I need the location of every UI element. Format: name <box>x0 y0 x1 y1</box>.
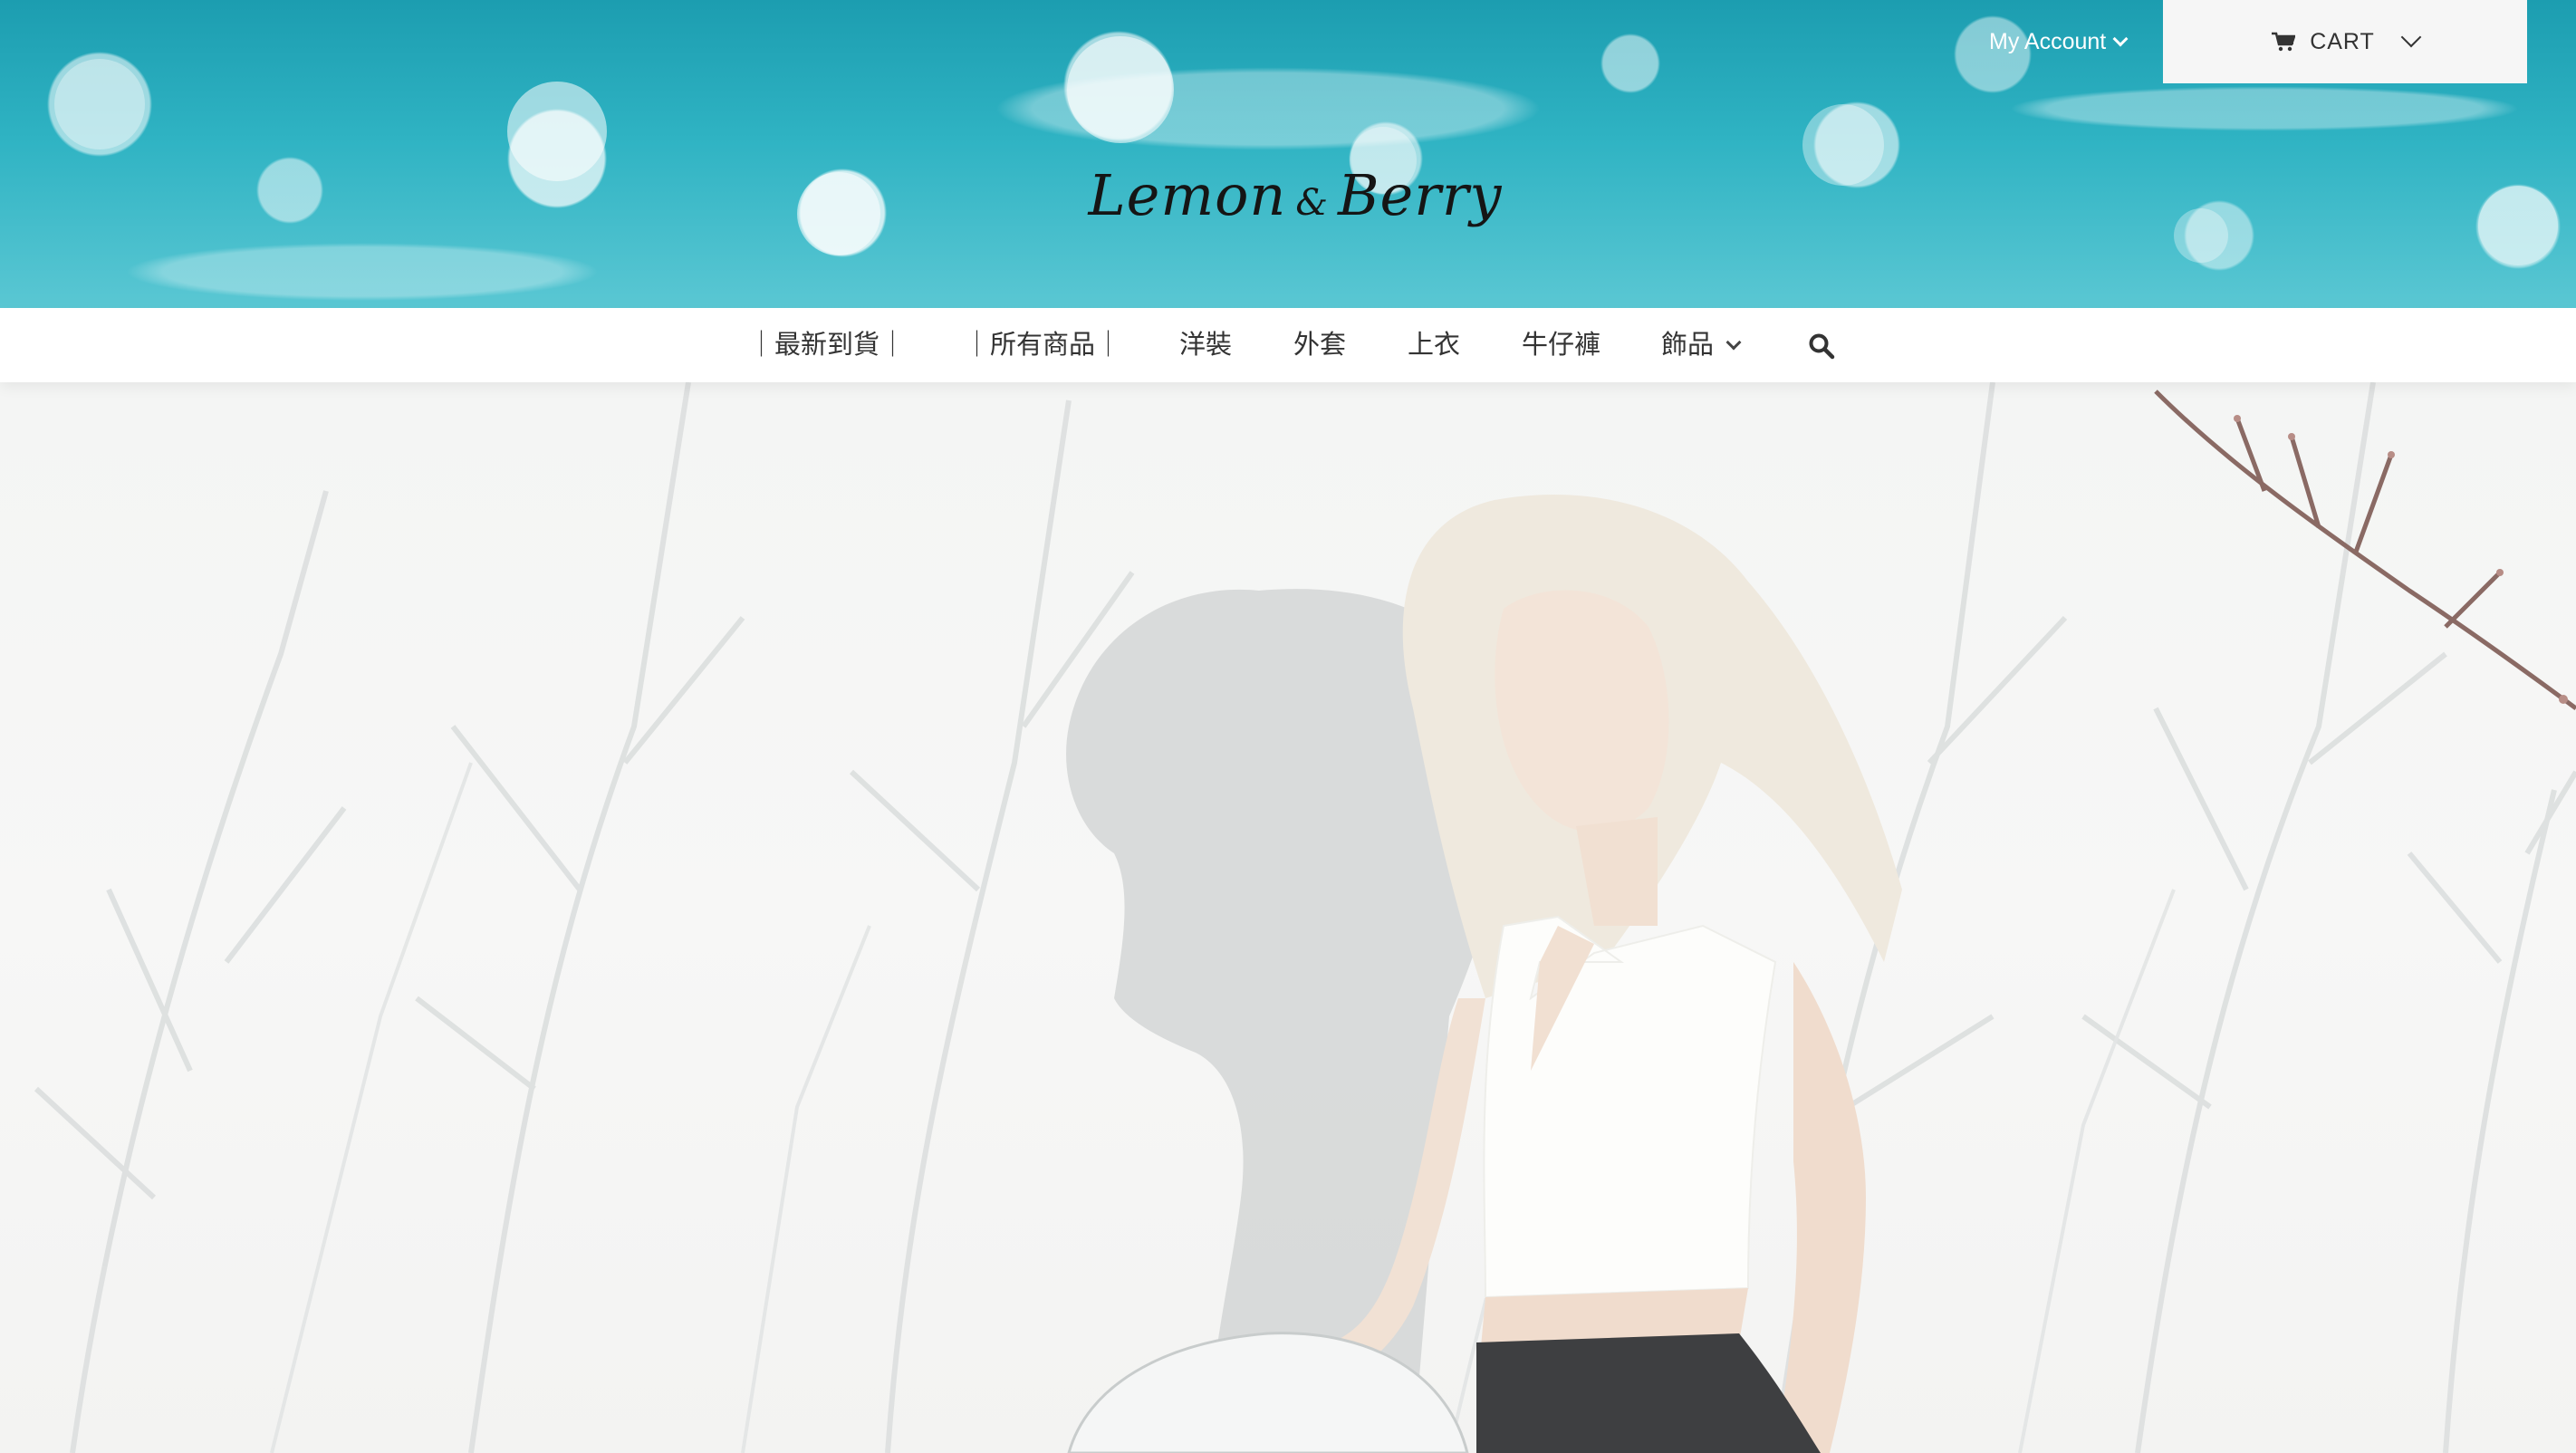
header-banner: Lemon & Berry My Account CART <box>0 0 2576 308</box>
nav-item-label: 上衣 <box>1408 331 1461 360</box>
nav-item-accessories[interactable]: 飾品 <box>1661 308 1742 382</box>
bokeh-dot <box>2478 186 2558 265</box>
chevron-down-icon <box>2112 31 2129 47</box>
nav-item-label: 外套 <box>1293 331 1347 360</box>
my-account-link[interactable]: My Account <box>1989 25 2129 58</box>
bokeh-dot <box>1802 104 1884 186</box>
tree-buds <box>2234 415 2568 704</box>
bokeh-dot <box>797 172 880 255</box>
bokeh-dot <box>1067 36 1174 143</box>
cart-label: CART <box>2310 28 2375 54</box>
nav-item-label: 牛仔褲 <box>1522 331 1601 360</box>
logo-text-lemon: Lemon <box>1088 162 1287 228</box>
nav-item-label: 飾品 <box>1661 331 1715 360</box>
nav-item-tops[interactable]: 上衣 <box>1408 308 1460 382</box>
cart-button[interactable]: CART <box>2163 0 2527 83</box>
nav-item-jeans[interactable]: 牛仔褲 <box>1522 308 1600 382</box>
logo-text-berry: Berry <box>1337 162 1503 228</box>
nav-item-label: ｜所有商品｜ <box>964 331 1122 360</box>
main-navigation: ｜最新到貨｜ ｜所有商品｜ 洋裝 外套 上衣 牛仔褲 飾品 <box>0 308 2576 382</box>
bokeh-dot <box>2174 208 2228 263</box>
nav-item-new-arrivals[interactable]: ｜最新到貨｜ <box>748 308 906 382</box>
bokeh-dot <box>54 59 145 149</box>
logo-ampersand: & <box>1295 182 1329 224</box>
hero-illustration <box>34 382 2576 1453</box>
nav-item-coats[interactable]: 外套 <box>1293 308 1346 382</box>
my-account-label: My Account <box>1989 29 2107 54</box>
white-top <box>1483 915 1777 1299</box>
hero-image <box>0 382 2576 1453</box>
cart-icon <box>2272 32 2296 52</box>
site-logo[interactable]: Lemon & Berry <box>1087 152 1504 239</box>
bokeh-dot <box>507 82 607 181</box>
nav-item-dresses[interactable]: 洋裝 <box>1179 308 1232 382</box>
nav-item-label: 洋裝 <box>1179 331 1233 360</box>
black-jeans <box>1476 1333 1821 1453</box>
nav-item-label: ｜最新到貨｜ <box>748 331 907 360</box>
chevron-down-icon <box>2400 26 2422 48</box>
chevron-down-icon <box>1725 334 1742 351</box>
search-icon[interactable] <box>1808 332 1835 360</box>
nav-item-all-products[interactable]: ｜所有商品｜ <box>964 308 1121 382</box>
